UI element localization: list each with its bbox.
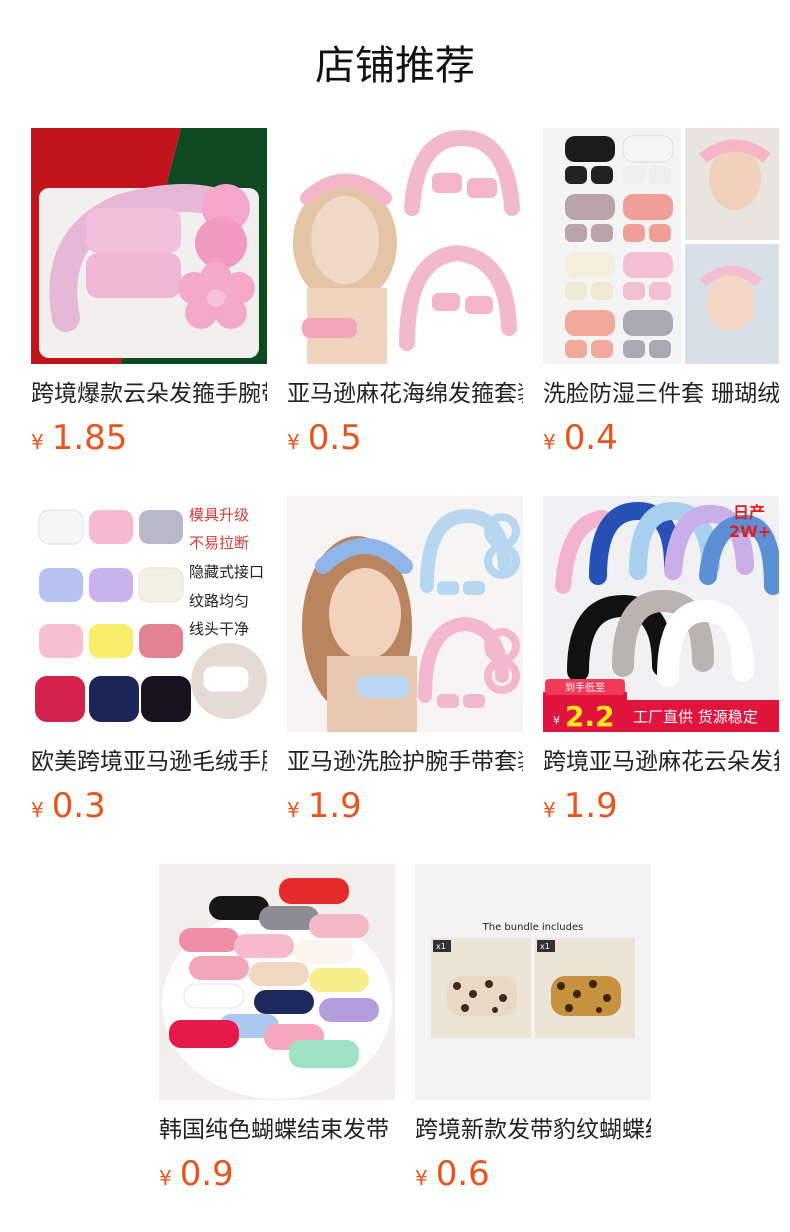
promo-currency: ¥ [553, 714, 560, 727]
overlay-text: 线头干净 [189, 620, 249, 638]
blue-pink-headband-image[interactable] [287, 496, 523, 732]
price-value: 0.5 [307, 418, 362, 458]
promo-price: 2.2 [565, 700, 615, 732]
product-price: ¥0.5 [287, 416, 523, 464]
product-name[interactable]: 亚马逊洗脸护腕手带套装 [287, 746, 523, 778]
currency-symbol: ¥ [159, 1166, 172, 1190]
product-card[interactable]: 跨境爆款云朵发箍手腕带套装 ¥1.85 [31, 128, 267, 464]
price-value: 1.85 [51, 418, 128, 458]
product-price: ¥0.9 [159, 1152, 395, 1200]
wristband-colors-image[interactable]: 模具升级 不易拉断 隐藏式接口 纹路均匀 线头干净 [31, 496, 267, 732]
product-price: ¥0.4 [543, 416, 779, 464]
promo-text: 工厂直供 货源稳定 [633, 708, 758, 726]
product-card[interactable]: 模具升级 不易拉断 隐藏式接口 纹路均匀 线头干净 欧美跨境亚马逊毛绒手腕带 ¥… [31, 496, 267, 832]
price-value: 0.3 [51, 786, 106, 826]
product-price: ¥1.9 [287, 784, 523, 832]
leopard-headband-image[interactable]: The bundle includes x1 x1 [415, 864, 651, 1100]
product-name[interactable]: 亚马逊麻花海绵发箍套装 [287, 378, 523, 410]
product-name[interactable]: 跨境新款发带豹纹蝴蝶结 [415, 1114, 651, 1146]
bow-headband-grid-image[interactable] [543, 128, 779, 364]
price-value: 1.9 [563, 786, 618, 826]
product-card[interactable]: The bundle includes x1 x1 跨境新款发带豹纹蝴蝶结 ¥0… [415, 864, 651, 1200]
product-name[interactable]: 欧美跨境亚马逊毛绒手腕带 [31, 746, 267, 778]
overlay-text: 纹路均匀 [189, 592, 249, 610]
currency-symbol: ¥ [415, 1166, 428, 1190]
bow-pile-image[interactable] [159, 864, 395, 1100]
currency-symbol: ¥ [543, 430, 556, 454]
overlay-text: 模具升级 [189, 506, 249, 524]
overlay-daily: 日产 [733, 503, 765, 522]
model-headband-image[interactable] [287, 128, 523, 364]
product-card[interactable]: 日产 2W+ 到手低至 ¥ 2.2 工厂直供 货源稳定 跨境亚马逊麻花云朵发箍 … [543, 496, 779, 832]
product-name[interactable]: 跨境爆款云朵发箍手腕带套装 [31, 378, 267, 410]
colorful-headbands-image[interactable]: 日产 2W+ 到手低至 ¥ 2.2 工厂直供 货源稳定 [543, 496, 779, 732]
product-name[interactable]: 洗脸防湿三件套 珊瑚绒 [543, 378, 779, 410]
price-value: 0.6 [435, 1154, 490, 1194]
product-card[interactable]: 亚马逊麻花海绵发箍套装 ¥0.5 [287, 128, 523, 464]
product-price: ¥1.85 [31, 416, 267, 464]
price-value: 1.9 [307, 786, 362, 826]
price-value: 0.4 [563, 418, 618, 458]
product-card[interactable]: 洗脸防湿三件套 珊瑚绒 ¥0.4 [543, 128, 779, 464]
currency-symbol: ¥ [31, 798, 44, 822]
page-title: 店铺推荐 [315, 43, 475, 89]
product-price: ¥0.6 [415, 1152, 651, 1200]
overlay-heading: The bundle includes [482, 922, 584, 933]
product-card[interactable]: 韩国纯色蝴蝶结束发带 ¥0.9 [159, 864, 395, 1200]
pink-headband-set-image[interactable] [31, 128, 267, 364]
overlay-text: 不易拉断 [189, 534, 249, 552]
currency-symbol: ¥ [543, 798, 556, 822]
overlay-qty: x1 [436, 942, 446, 951]
promo-top: 到手低至 [565, 681, 605, 694]
product-name[interactable]: 韩国纯色蝴蝶结束发带 [159, 1114, 395, 1146]
product-price: ¥0.3 [31, 784, 267, 832]
product-name[interactable]: 跨境亚马逊麻花云朵发箍 [543, 746, 779, 778]
price-value: 0.9 [179, 1154, 234, 1194]
currency-symbol: ¥ [31, 430, 44, 454]
product-card[interactable]: 亚马逊洗脸护腕手带套装 ¥1.9 [287, 496, 523, 832]
currency-symbol: ¥ [287, 430, 300, 454]
overlay-qty: x1 [540, 942, 550, 951]
product-price: ¥1.9 [543, 784, 779, 832]
overlay-volume: 2W+ [729, 522, 771, 541]
currency-symbol: ¥ [287, 798, 300, 822]
overlay-text: 隐藏式接口 [189, 563, 264, 581]
